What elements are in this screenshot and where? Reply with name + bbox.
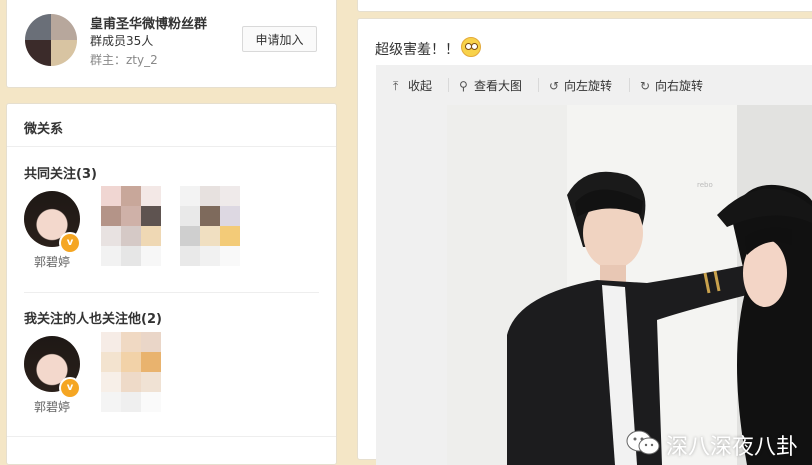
divider <box>24 292 319 293</box>
group-member-count: 群成员35人 <box>90 34 154 48</box>
post-text-content: 超级害羞！！ <box>375 42 459 58</box>
blurred-avatar <box>180 186 240 282</box>
photo-illustration: rebo <box>447 105 812 465</box>
shy-emoji-icon <box>461 37 481 57</box>
person-name[interactable]: 郭碧婷 <box>22 398 82 415</box>
divider <box>7 146 336 147</box>
post-photo[interactable]: rebo 深八深夜八卦 <box>447 105 812 465</box>
view-large-button[interactable]: ⚲ 查看大图 <box>459 77 522 94</box>
wechat-logo-icon <box>626 430 660 455</box>
media-box: ⤒ 收起 ⚲ 查看大图 ↺ 向左旋转 ↻ 向右旋转 rebo 深八深夜八卦 <box>376 65 812 465</box>
group-owner: 群主：zty_2 <box>90 53 158 67</box>
person-name[interactable]: 郭碧婷 <box>22 253 82 270</box>
search-icon: ⚲ <box>459 79 468 93</box>
verified-badge-icon: v <box>59 377 81 399</box>
previous-post-card <box>357 0 812 12</box>
also-follow-title[interactable]: 我关注的人也关注他(2) <box>24 308 162 327</box>
view-more-link[interactable] <box>7 440 336 460</box>
group-name[interactable]: 皇甫圣华微博粉丝群 <box>90 13 207 32</box>
relations-title: 微关系 <box>24 122 64 137</box>
collapse-icon: ⤒ <box>393 79 399 93</box>
rotate-left-icon: ↺ <box>549 79 560 93</box>
rotate-right-button[interactable]: ↻ 向右旋转 <box>640 77 703 94</box>
verified-badge-icon: v <box>59 232 81 254</box>
toolbar-separator <box>629 78 630 92</box>
collapse-button[interactable]: ⤒ 收起 <box>393 77 432 94</box>
collapse-label: 收起 <box>408 79 433 93</box>
group-card: 皇甫圣华微博粉丝群 群成员35人 群主：zty_2 申请加入 <box>6 0 337 88</box>
blurred-avatar <box>101 186 161 282</box>
common-follow-person[interactable]: v 郭碧婷 <box>22 191 82 270</box>
post-text: 超级害羞！！ <box>375 37 481 59</box>
blurred-avatar <box>101 332 161 422</box>
divider <box>7 436 336 437</box>
media-toolbar: ⤒ 收起 ⚲ 查看大图 ↺ 向左旋转 ↻ 向右旋转 <box>376 65 812 103</box>
rotate-left-label: 向左旋转 <box>564 79 613 93</box>
join-group-button[interactable]: 申请加入 <box>242 26 317 52</box>
post-card: 超级害羞！！ ⤒ 收起 ⚲ 查看大图 ↺ 向左旋转 ↻ 向右旋转 rebo 深八… <box>357 18 812 465</box>
watermark-text: 深八深夜八卦 <box>666 435 799 460</box>
also-follow-person[interactable]: v 郭碧婷 <box>22 336 82 415</box>
toolbar-separator <box>448 78 449 92</box>
wall-tag: rebo <box>697 181 713 189</box>
common-follow-title[interactable]: 共同关注(3) <box>24 163 97 182</box>
view-large-label: 查看大图 <box>474 79 523 93</box>
rotate-right-icon: ↻ <box>640 79 651 93</box>
rotate-right-label: 向右旋转 <box>655 79 704 93</box>
rotate-left-button[interactable]: ↺ 向左旋转 <box>549 77 612 94</box>
relations-card: 微关系 共同关注(3) v 郭碧婷 我关注的人也关注他(2) v 郭碧婷 <box>6 103 337 465</box>
toolbar-separator <box>538 78 539 92</box>
group-avatar[interactable] <box>25 14 77 66</box>
